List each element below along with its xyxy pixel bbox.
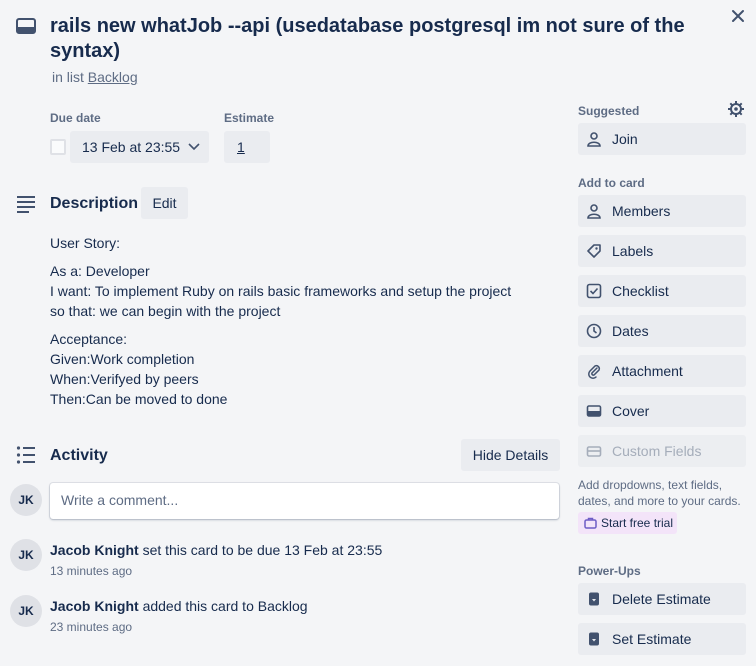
person-icon [587, 204, 601, 219]
checklist-button[interactable]: Checklist [578, 275, 746, 307]
description-icon [17, 196, 35, 213]
join-button[interactable]: Join [578, 123, 746, 155]
activity-user[interactable]: Jacob Knight [50, 542, 139, 558]
estimate-icon [589, 592, 599, 606]
description-line: Then:Can be moved to done [50, 391, 228, 407]
activity-time[interactable]: 23 minutes ago [50, 620, 132, 634]
dates-button[interactable]: Dates [578, 315, 746, 347]
set-estimate-label: Set Estimate [612, 631, 692, 647]
paperclip-icon [588, 364, 601, 379]
cover-button[interactable]: Cover [578, 395, 746, 427]
person-icon [587, 132, 601, 147]
checklist-label: Checklist [612, 283, 669, 299]
dates-label: Dates [612, 323, 649, 339]
labels-label: Labels [612, 243, 654, 259]
comment-input[interactable]: Write a comment... [50, 483, 559, 519]
description-line: so that: we can begin with the project [50, 303, 281, 319]
tag-icon [587, 244, 601, 258]
description-line: When:Verifyed by peers [50, 371, 199, 387]
members-label: Members [612, 203, 671, 219]
power-ups-heading: Power-Ups [578, 564, 641, 578]
attachment-label: Attachment [612, 363, 683, 379]
start-free-trial-label: Start free trial [601, 516, 674, 530]
activity-user[interactable]: Jacob Knight [50, 598, 139, 614]
estimate-icon [589, 632, 599, 646]
description-paragraph: User Story: [50, 233, 550, 253]
custom-fields-note: Add dropdowns, text fields, dates, and m… [578, 478, 741, 508]
activity-action: set this card to be due 13 Feb at 23:55 [142, 542, 383, 558]
description-body[interactable]: User Story: As a: Developer I want: To i… [50, 233, 550, 417]
description-line: User Story: [50, 235, 121, 251]
join-label: Join [612, 131, 638, 147]
activity-icon [16, 446, 35, 464]
delete-estimate-button[interactable]: Delete Estimate [578, 583, 746, 615]
custom-fields-button[interactable]: Custom Fields [578, 435, 746, 467]
attachment-button[interactable]: Attachment [578, 355, 746, 387]
card-icon [16, 18, 36, 34]
estimate-button[interactable]: 1 [224, 131, 270, 163]
close-icon[interactable] [730, 8, 746, 24]
due-date-button[interactable]: 13 Feb at 23:55 [70, 131, 209, 163]
activity-time[interactable]: 13 minutes ago [50, 564, 132, 578]
hide-details-button[interactable]: Hide Details [461, 439, 560, 471]
card-title[interactable]: rails new whatJob --api (usedatabase pos… [50, 14, 710, 64]
description-paragraph: As a: Developer I want: To implement Rub… [50, 261, 550, 321]
due-complete-checkbox[interactable] [50, 139, 66, 155]
description-heading: Description [50, 195, 139, 212]
list-link[interactable]: Backlog [88, 69, 138, 85]
avatar: JK [10, 484, 42, 516]
description-paragraph: Acceptance: Given:Work completion When:V… [50, 329, 550, 409]
description-line: Acceptance: [50, 331, 128, 347]
activity-action: added this card to Backlog [142, 598, 308, 614]
description-line: Given:Work completion [50, 351, 195, 367]
activity-heading: Activity [50, 447, 108, 464]
members-button[interactable]: Members [578, 195, 746, 227]
cover-icon [586, 405, 602, 417]
custom-fields-label: Custom Fields [612, 443, 702, 459]
delete-estimate-label: Delete Estimate [612, 591, 711, 607]
start-free-trial-button[interactable]: Start free trial [578, 512, 677, 534]
due-date-label: Due date [50, 111, 101, 125]
briefcase-icon [584, 517, 597, 529]
avatar[interactable]: JK [10, 539, 42, 571]
estimate-label: Estimate [224, 111, 275, 125]
activity-entry: Jacob Knight set this card to be due 13 … [50, 542, 382, 558]
set-estimate-button[interactable]: Set Estimate [578, 623, 746, 655]
description-line: I want: To implement Ruby on rails basic… [50, 283, 512, 299]
chevron-down-icon [188, 143, 200, 151]
add-to-card-heading: Add to card [578, 176, 645, 190]
description-line: As a: Developer [50, 263, 150, 279]
edit-description-button[interactable]: Edit [141, 187, 188, 219]
checklist-icon [586, 283, 602, 299]
suggested-heading: Suggested [578, 104, 640, 118]
clock-icon [586, 323, 602, 339]
due-date-value: 13 Feb at 23:55 [82, 139, 181, 155]
labels-button[interactable]: Labels [578, 235, 746, 267]
cover-label: Cover [612, 403, 650, 419]
activity-entry: Jacob Knight added this card to Backlog [50, 598, 308, 614]
gear-icon[interactable] [727, 100, 745, 118]
list-breadcrumb: in list Backlog [52, 69, 138, 85]
list-prefix: in list [52, 69, 84, 85]
custom-fields-icon [586, 446, 602, 457]
avatar[interactable]: JK [10, 595, 42, 627]
